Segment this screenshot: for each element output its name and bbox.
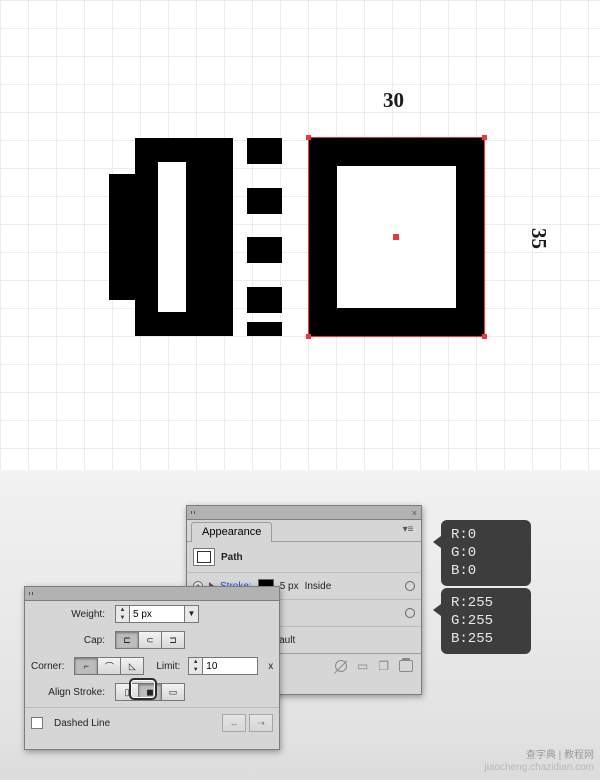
tab-appearance[interactable]: Appearance (191, 522, 272, 542)
handle-bl[interactable] (306, 334, 311, 339)
limit-unit: x (268, 661, 273, 672)
shape-left-bump (109, 174, 135, 300)
shape-left-col2 (210, 138, 233, 336)
rgb-callout-stroke: R:0 G:0 B:0 (441, 520, 531, 586)
object-thumb (193, 548, 215, 566)
panel-grip[interactable]: × (187, 506, 421, 520)
cap-projecting[interactable]: ⊐ (161, 631, 185, 649)
cap-options[interactable]: ⊏ ⊂ ⊐ (115, 631, 185, 649)
align-outside[interactable]: ▭ (161, 683, 185, 701)
dash-opt-b: ⇢ (249, 714, 273, 732)
weight-input[interactable] (129, 605, 185, 623)
weight-label: Weight: (31, 609, 109, 620)
new-fill-icon[interactable]: ▭ (357, 659, 368, 673)
handle-br[interactable] (482, 334, 487, 339)
corner-label: Corner: (31, 661, 68, 672)
dashed-checkbox[interactable] (31, 717, 43, 729)
weight-dropdown-icon[interactable]: ▼ (185, 605, 199, 623)
handle-tr[interactable] (482, 135, 487, 140)
panel-tab-bar: Appearance ▾≡ (187, 520, 421, 542)
target-dot-stroke[interactable] (405, 581, 415, 591)
cap-butt[interactable]: ⊏ (115, 631, 139, 649)
rgb-callout-fill: R:255 G:255 B:255 (441, 588, 531, 654)
weight-stepper[interactable]: ▲▼ ▼ (115, 605, 199, 623)
trash-icon[interactable] (399, 660, 413, 672)
shape-left-col1 (135, 138, 158, 336)
dimension-height: 35 (526, 228, 551, 249)
align-inside[interactable]: ◼ (138, 683, 162, 701)
cap-round[interactable]: ⊂ (138, 631, 162, 649)
panel-close-icon[interactable]: × (412, 508, 417, 518)
panels-area: × Appearance ▾≡ Path Stroke: 5 px Inside (0, 470, 600, 780)
dash-3 (247, 237, 282, 263)
dash-2 (247, 188, 282, 214)
limit-input[interactable] (202, 657, 258, 675)
dimension-width: 30 (383, 88, 404, 113)
target-dot-fill[interactable] (405, 608, 415, 618)
center-anchor[interactable] (393, 234, 399, 240)
align-stroke-options[interactable]: ▯ ◼ ▭ (115, 683, 185, 701)
corner-bevel[interactable]: ◺ (120, 657, 144, 675)
handle-tl[interactable] (306, 135, 311, 140)
panel-grip[interactable] (25, 587, 279, 601)
dash-opt-a: ↔ (222, 714, 246, 732)
limit-stepper[interactable]: ▲▼ (188, 657, 258, 675)
cap-label: Cap: (31, 635, 109, 646)
object-type: Path (221, 552, 243, 563)
duplicate-icon[interactable]: ❐ (378, 659, 389, 673)
corner-round[interactable]: ⌒ (97, 657, 121, 675)
limit-label: Limit: (156, 661, 180, 672)
shape-left-frame (158, 138, 210, 336)
dash-5 (247, 322, 282, 336)
dashed-label: Dashed Line (54, 718, 110, 729)
stroke-align: Inside (305, 581, 332, 592)
dash-1 (247, 138, 282, 164)
stroke-size: 5 px (280, 581, 299, 592)
dash-4 (247, 287, 282, 313)
stroke-panel: Weight: ▲▼ ▼ Cap: ⊏ ⊂ ⊐ Corner: ⌐ ⌒ ◺ Li… (24, 586, 280, 750)
align-center[interactable]: ▯ (115, 683, 139, 701)
align-stroke-label: Align Stroke: (31, 687, 109, 698)
corner-miter[interactable]: ⌐ (74, 657, 98, 675)
watermark: 查字典 | 教程网 jiaocheng.chazidian.com (484, 750, 594, 774)
panel-menu-icon[interactable]: ▾≡ (401, 524, 415, 535)
corner-options[interactable]: ⌐ ⌒ ◺ (74, 657, 144, 675)
no-style-icon[interactable] (332, 657, 349, 674)
canvas-grid: 30 35 (0, 0, 600, 470)
